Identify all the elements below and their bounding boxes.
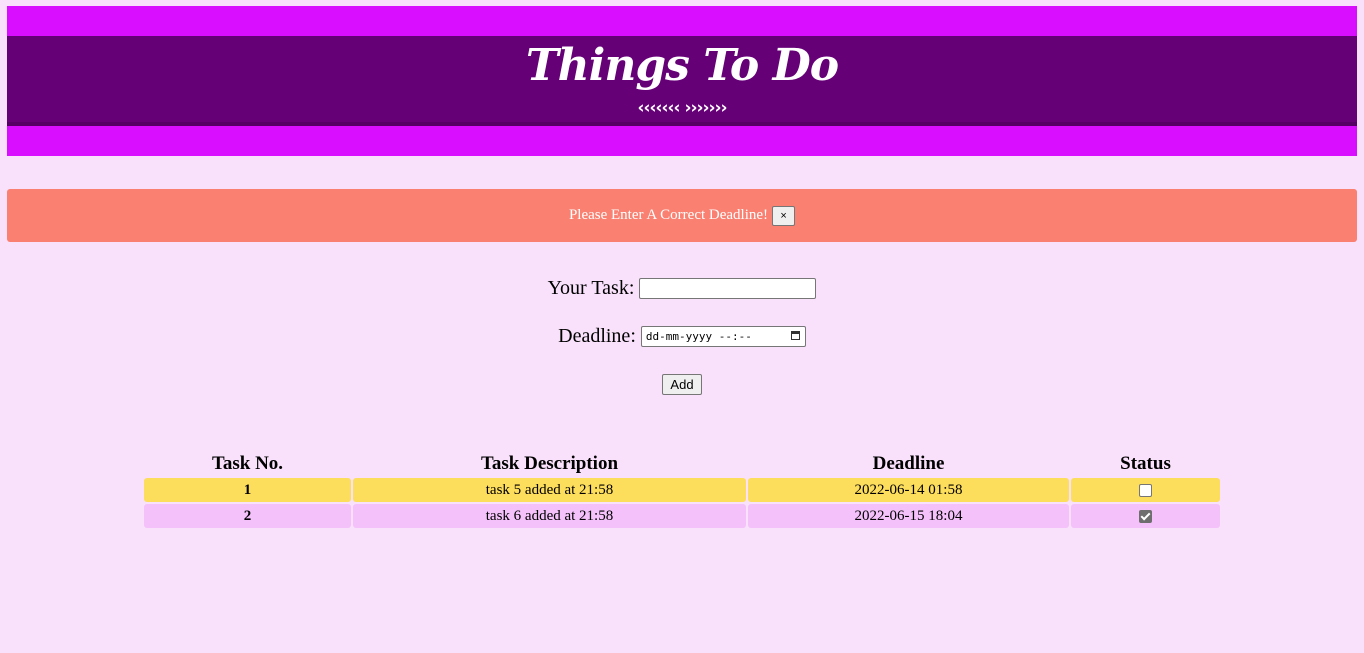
task-description: task 6 added at 21:58 [353,504,746,528]
calendar-icon[interactable] [790,331,800,340]
header-banner: Things To Do ‹‹‹‹‹‹‹ ››››››› [7,6,1357,156]
table-row: 2 task 6 added at 21:58 2022-06-15 18:04 [144,504,1220,528]
alert-close-button[interactable]: × [772,205,796,226]
header-deadline: Deadline [872,453,945,474]
header-task-no: Task No. [211,453,284,474]
deadline-form-row: Deadline: dd-mm-yyyy --:-- [0,325,1364,348]
task-table: Task No. Task Description Deadline Statu… [142,450,1222,530]
add-button[interactable]: Add [662,374,702,395]
task-status [1071,478,1220,502]
task-deadline: 2022-06-15 18:04 [748,504,1069,528]
deadline-placeholder: dd-mm-yyyy --:-- [645,330,752,343]
task-number: 2 [144,504,351,528]
deadline-input[interactable]: dd-mm-yyyy --:-- [640,326,806,347]
task-number: 1 [144,478,351,502]
header-status: Status [1120,453,1171,474]
task-description: task 5 added at 21:58 [353,478,746,502]
status-checkbox[interactable] [1139,509,1152,523]
table-row: 1 task 5 added at 21:58 2022-06-14 01:58 [144,478,1220,502]
task-input[interactable] [639,278,817,299]
alert-message: Please Enter A Correct Deadline! [568,207,769,223]
title-decoration: ‹‹‹‹‹‹‹ ››››››› [637,98,727,118]
task-status [1071,504,1220,528]
header-task-description: Task Description [480,453,619,474]
deadline-label: Deadline: [558,325,636,347]
status-checkbox[interactable] [1139,483,1152,497]
task-label: Your Task: [547,277,635,299]
error-alert: Please Enter A Correct Deadline! × [7,189,1357,242]
table-header-row: Task No. Task Description Deadline Statu… [144,452,1220,476]
task-deadline: 2022-06-14 01:58 [748,478,1069,502]
add-form-row: Add [0,374,1364,395]
header-band: Things To Do ‹‹‹‹‹‹‹ ››››››› [7,36,1357,126]
task-form-row: Your Task: [0,277,1364,300]
page-title: Things To Do [525,40,839,91]
